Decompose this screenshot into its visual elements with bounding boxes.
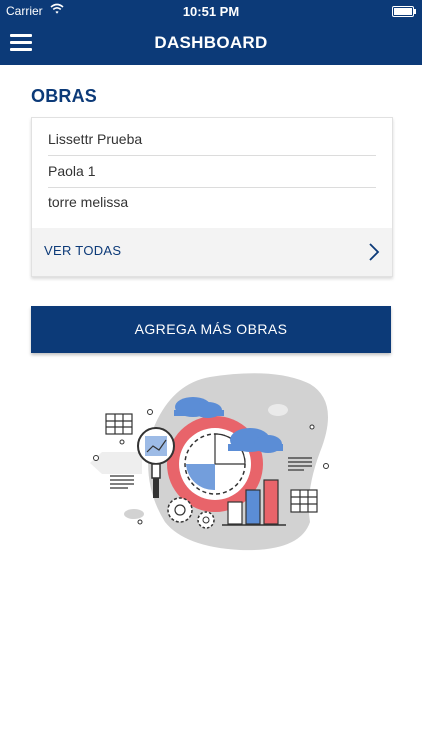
obras-card: Lissettr Prueba Paola 1 torre melissa VE… [31, 117, 393, 277]
ver-todas-label: VER TODAS [44, 243, 122, 258]
obra-item[interactable]: torre melissa [48, 186, 376, 218]
page-title: DASHBOARD [154, 33, 268, 52]
status-time: 10:51 PM [182, 4, 240, 19]
obra-item[interactable]: Paola 1 [48, 155, 376, 187]
dashboard-illustration [90, 373, 329, 551]
obra-item[interactable]: Lissettr Prueba [48, 123, 376, 155]
top-bar: Carrier 10:51 PM DASHBOARD [0, 0, 422, 65]
status-bar: Carrier 10:51 PM [0, 0, 422, 22]
add-obras-button[interactable]: AGREGA MÁS OBRAS [31, 306, 391, 353]
battery-icon [392, 6, 416, 17]
ver-todas-button[interactable]: VER TODAS [32, 228, 392, 276]
chevron-right-icon [369, 243, 380, 261]
obras-section-title: OBRAS [31, 86, 98, 106]
